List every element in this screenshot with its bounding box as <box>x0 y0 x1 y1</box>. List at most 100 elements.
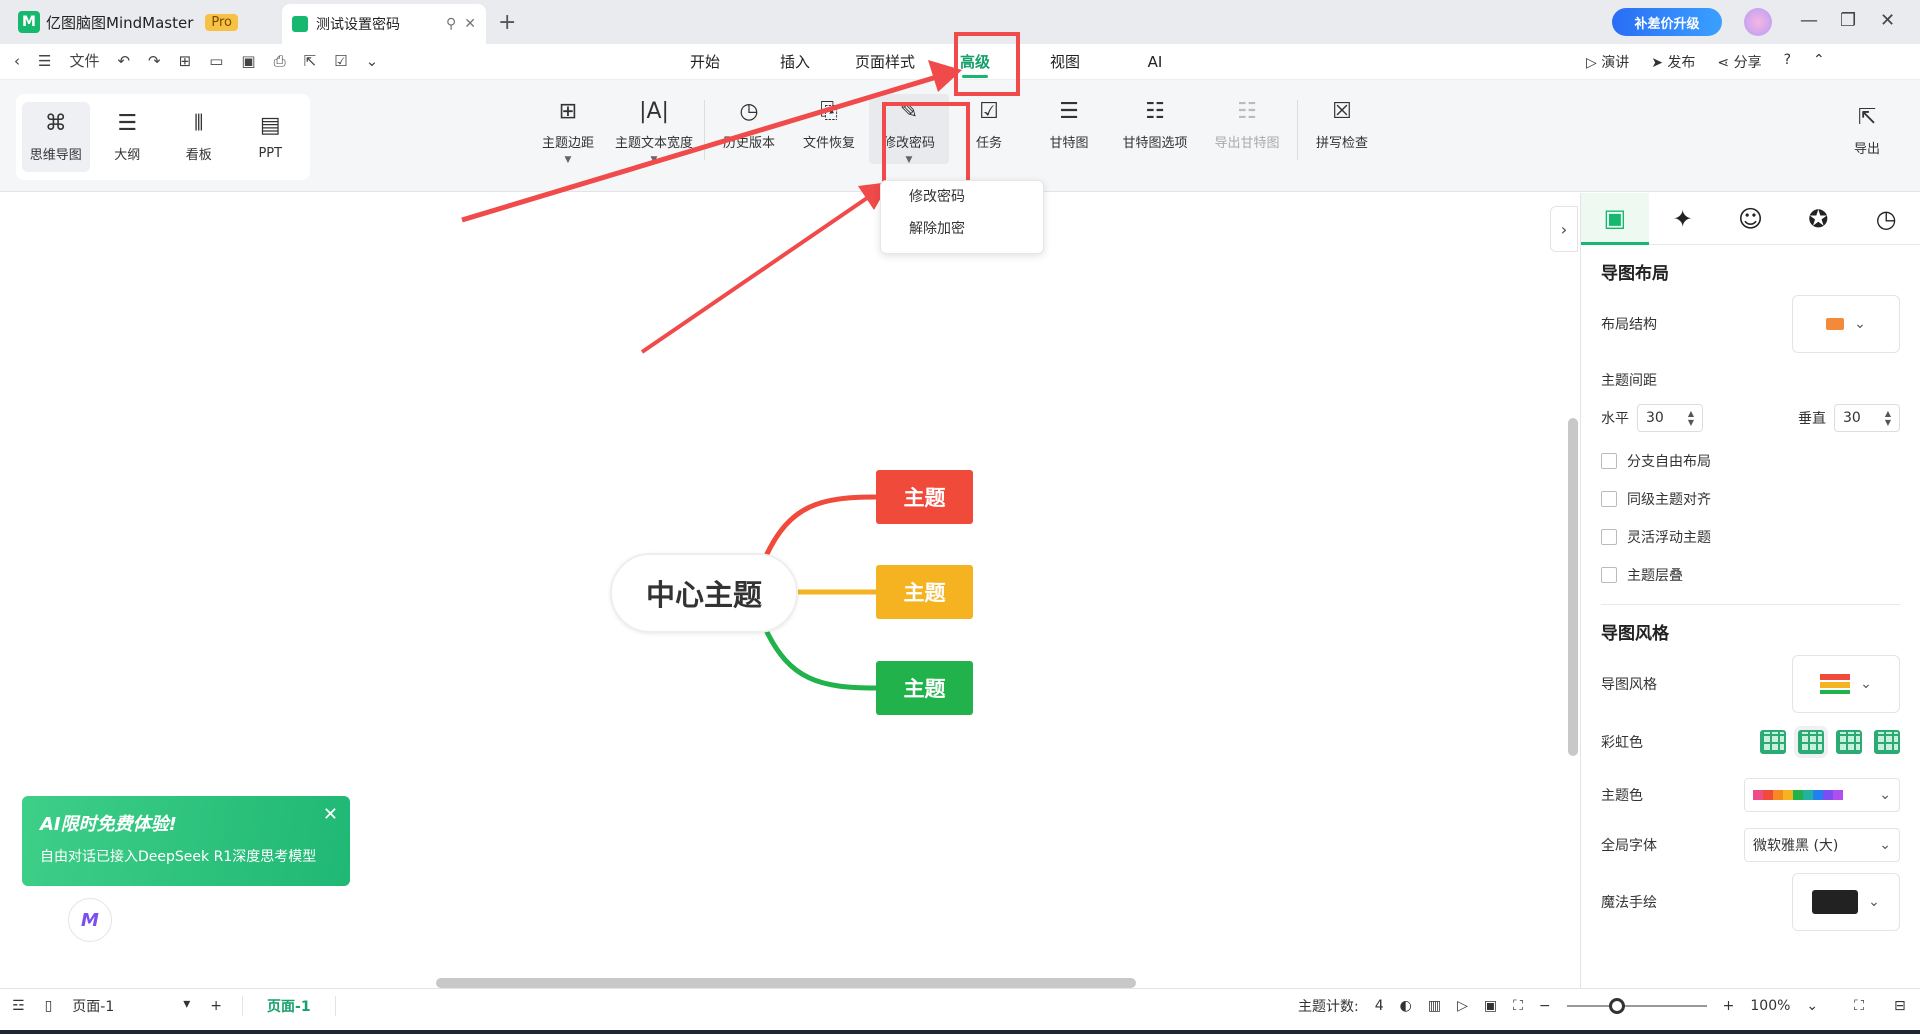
page-layout-icon[interactable]: ▯ <box>45 998 53 1014</box>
menu-icon[interactable]: ☰ <box>38 52 51 70</box>
panel-tab-theme[interactable]: ✪ <box>1784 193 1852 245</box>
topic-node-green[interactable]: 主题 <box>876 661 973 715</box>
theme-toggle-icon[interactable]: ◐ <box>1400 998 1412 1014</box>
redo-icon[interactable]: ↷ <box>148 52 161 70</box>
rainbow-option-3[interactable] <box>1836 730 1862 754</box>
split-view-icon[interactable]: ⊟ <box>1894 998 1906 1014</box>
minimize-icon[interactable]: — <box>1800 10 1818 31</box>
vertical-scrollbar[interactable] <box>1568 418 1578 756</box>
print-icon[interactable]: ⎙ <box>274 52 286 70</box>
view-outline[interactable]: ☰ 大纲 <box>94 102 162 172</box>
topic-margin-button[interactable]: ⊞ 主题边距 ▼ <box>528 100 608 166</box>
map-style-select[interactable]: ⌄ <box>1792 655 1900 713</box>
panel-tab-layout[interactable]: ▣ <box>1581 193 1649 245</box>
export-button[interactable]: ⇱ 导出 <box>1854 106 1880 158</box>
fullscreen-icon[interactable]: ⛶ <box>1854 998 1864 1014</box>
topic-node-yellow[interactable]: 主题 <box>876 565 973 619</box>
spell-check-button[interactable]: ☒ 拼写检查 <box>1302 100 1382 152</box>
global-font-select[interactable]: 微软雅黑 (大) ⌄ <box>1744 828 1900 862</box>
save-icon[interactable]: ▣ <box>241 52 255 70</box>
zoom-knob[interactable] <box>1608 998 1625 1014</box>
publish-button[interactable]: ➤ 发布 <box>1651 52 1695 72</box>
view-kanban[interactable]: ⦀ 看板 <box>165 102 233 172</box>
zoom-level[interactable]: 100% <box>1750 998 1790 1014</box>
fit-screen-icon[interactable]: ⛶ <box>1513 998 1523 1014</box>
checkbox-align-siblings[interactable]: 同级主题对齐 <box>1601 480 1900 518</box>
gantt-options-button[interactable]: ☷ 甘特图选项 <box>1109 100 1201 152</box>
zoom-in-icon[interactable]: + <box>1723 998 1735 1014</box>
topic-text-width-button[interactable]: |A| 主题文本宽度 ▼ <box>608 100 700 166</box>
ai-promo-banner[interactable]: AI限时免费体验! 自由对话已接入DeepSeek R1深度思考模型 ✕ <box>22 796 350 886</box>
export-file-icon[interactable]: ⇱ <box>304 52 317 70</box>
view-ppt[interactable]: ▤ PPT <box>237 102 305 172</box>
fit-page-icon[interactable]: ▣ <box>1484 998 1497 1014</box>
spinner-icon[interactable]: ▲ ▼ <box>1885 409 1891 427</box>
gantt-button[interactable]: ☰ 甘特图 <box>1029 100 1109 152</box>
horizontal-scrollbar[interactable] <box>436 978 1136 988</box>
export-gantt-button[interactable]: ☷ 导出甘特图 <box>1201 100 1293 152</box>
back-icon[interactable]: ‹ <box>14 52 20 70</box>
rainbow-option-4[interactable] <box>1874 730 1900 754</box>
undo-icon[interactable]: ↶ <box>117 52 130 70</box>
ai-assistant-icon[interactable]: M <box>68 898 112 942</box>
upgrade-button[interactable]: 补差价升级 <box>1612 8 1722 36</box>
app-tab[interactable]: M 亿图脑图MindMaster Pro <box>8 6 248 38</box>
avatar[interactable] <box>1744 8 1772 36</box>
close-tab-icon[interactable]: ✕ <box>464 16 476 32</box>
task-button[interactable]: ☑ 任务 <box>949 100 1029 152</box>
checklist-icon[interactable]: ☑ <box>334 52 347 70</box>
layout-structure-select[interactable]: ⌄ <box>1792 295 1900 353</box>
share-button[interactable]: ⋖ 分享 <box>1717 52 1761 72</box>
more-icon[interactable]: ⌄ <box>366 52 379 70</box>
file-recovery-button[interactable]: ⎘ 文件恢复 <box>789 100 869 152</box>
panel-collapse-button[interactable]: › <box>1550 206 1578 252</box>
dropdown-change-password[interactable]: 修改密码 <box>881 181 1043 213</box>
view-mindmap[interactable]: ⌘ 思维导图 <box>22 102 90 172</box>
restore-icon[interactable]: ❐ <box>1840 10 1856 31</box>
panel-tab-ai[interactable]: ✦ <box>1649 193 1717 245</box>
checkbox-topic-overlap[interactable]: 主题层叠 <box>1601 556 1900 594</box>
add-page-button[interactable]: + <box>210 998 222 1014</box>
panel-tab-icons[interactable]: ☺ <box>1717 193 1785 245</box>
page-select[interactable]: 页面-1 ▾ <box>72 996 190 1016</box>
checkbox-free-layout[interactable]: 分支自由布局 <box>1601 442 1900 480</box>
document-tab[interactable]: 测试设置密码 ⚲ ✕ <box>282 4 486 44</box>
panel-tab-history[interactable]: ◷ <box>1852 193 1920 245</box>
tab-advanced[interactable]: 高级 <box>930 44 1020 80</box>
theme-color-select[interactable]: ⌄ <box>1744 778 1900 812</box>
zoom-slider[interactable] <box>1566 998 1707 1014</box>
new-tab-button[interactable]: + <box>498 10 516 35</box>
lock-icon[interactable]: ⚲ <box>446 16 456 32</box>
central-topic[interactable]: 中心主题 <box>610 553 798 633</box>
dropdown-remove-encryption[interactable]: 解除加密 <box>881 213 1043 245</box>
spinner-icon[interactable]: ▲ ▼ <box>1688 409 1694 427</box>
tab-start[interactable]: 开始 <box>660 44 750 80</box>
close-window-icon[interactable]: ✕ <box>1880 10 1895 31</box>
tab-insert[interactable]: 插入 <box>750 44 840 80</box>
help-icon[interactable]: ? <box>1784 52 1791 72</box>
rainbow-option-2[interactable] <box>1798 730 1824 754</box>
zoom-out-icon[interactable]: − <box>1539 998 1551 1014</box>
page-settings-icon[interactable]: ☲ <box>12 998 25 1014</box>
page-tab-1[interactable]: 页面-1 <box>242 996 336 1016</box>
change-password-button[interactable]: ✎ 修改密码 ▼ <box>869 94 949 165</box>
book-icon[interactable]: ▥ <box>1428 998 1441 1014</box>
checkbox-floating-topics[interactable]: 灵活浮动主题 <box>1601 518 1900 556</box>
open-folder-icon[interactable]: ▭ <box>209 52 223 70</box>
tab-view[interactable]: 视图 <box>1020 44 1110 80</box>
tab-ai[interactable]: AI <box>1110 44 1200 80</box>
new-file-icon[interactable]: ⊞ <box>179 52 192 70</box>
topic-node-red[interactable]: 主题 <box>876 470 973 524</box>
play-icon[interactable]: ▷ <box>1457 998 1468 1014</box>
magic-hand-drawn-select[interactable]: ⌄ <box>1792 873 1900 931</box>
vertical-spacing-input[interactable]: 30 ▲ ▼ <box>1834 404 1900 432</box>
file-menu[interactable]: 文件 <box>69 50 99 71</box>
horizontal-spacing-input[interactable]: 30 ▲ ▼ <box>1637 404 1703 432</box>
taskbar-strip <box>0 1030 1920 1034</box>
present-button[interactable]: ▷ 演讲 <box>1586 52 1629 72</box>
collapse-ribbon-icon[interactable]: ⌃ <box>1813 52 1825 72</box>
tab-page-style[interactable]: 页面样式 <box>840 44 930 80</box>
history-version-button[interactable]: ◷ 历史版本 <box>709 100 789 152</box>
close-icon[interactable]: ✕ <box>323 804 338 825</box>
rainbow-option-1[interactable] <box>1760 730 1786 754</box>
